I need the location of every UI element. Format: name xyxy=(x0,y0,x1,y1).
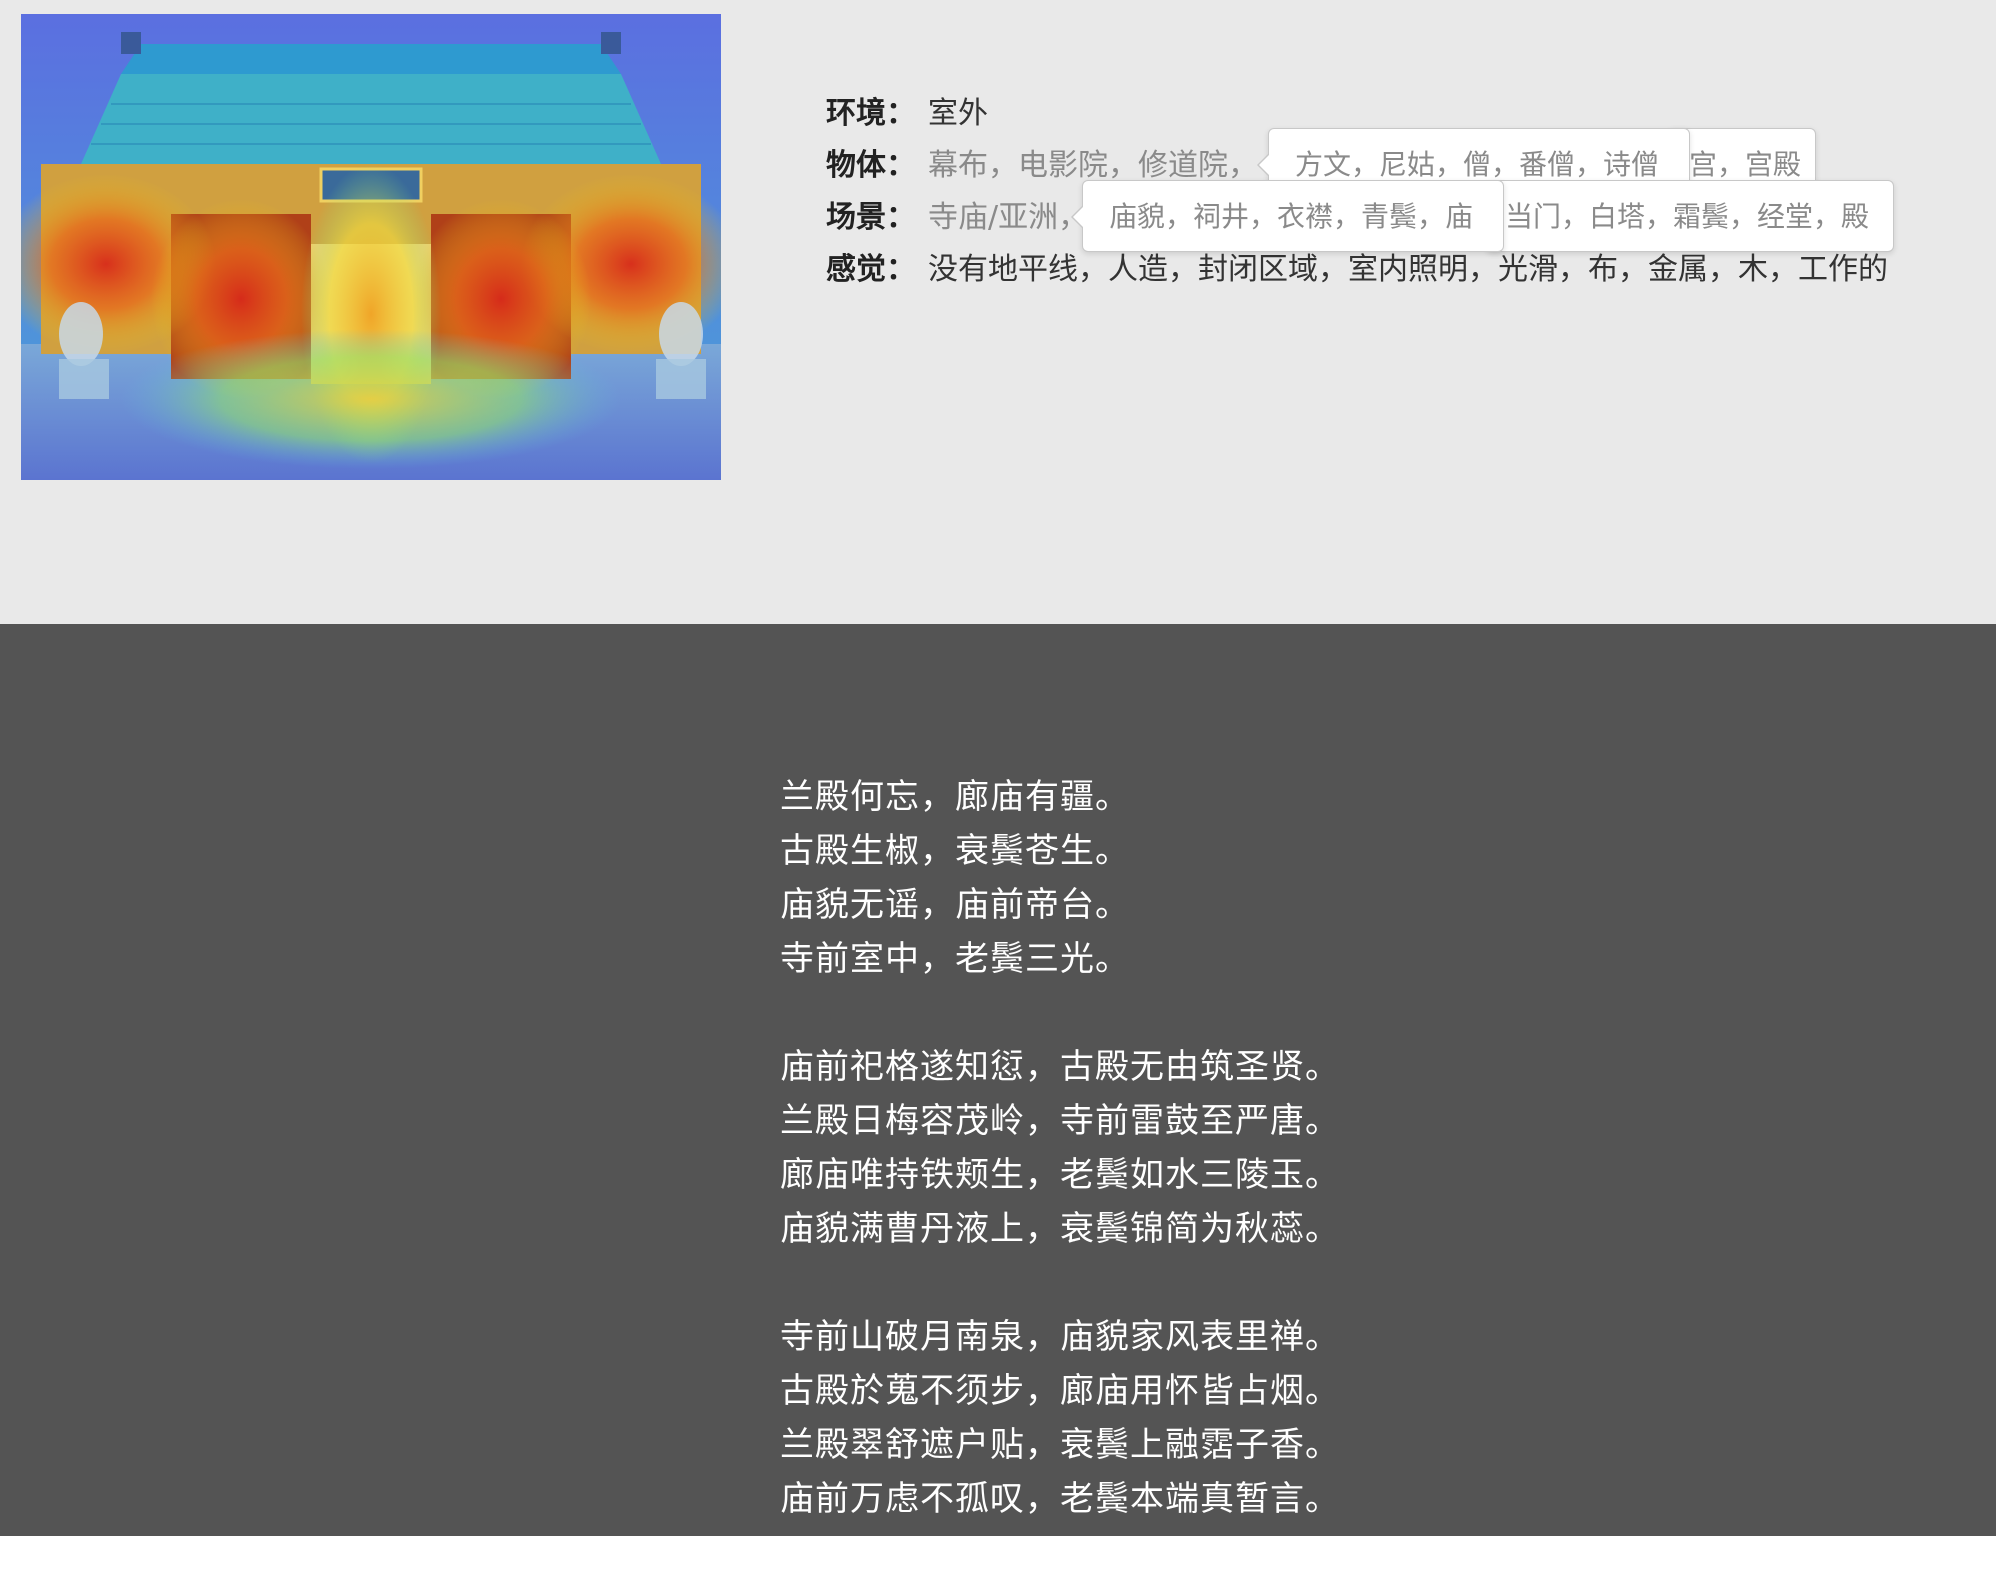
scene-value[interactable]: 寺庙/亚洲， xyxy=(928,200,1088,235)
environment-value: 室外 xyxy=(928,96,988,131)
poem-line: 廊庙唯持铁颊生，老鬓如水三陵玉。 xyxy=(780,1155,1340,1195)
poem-line: 兰殿翠舒遮户贴，衰鬓上融霑子香。 xyxy=(780,1425,1340,1465)
poem-line: 庙貌满曹丹液上，衰鬓锦简为秋蕊。 xyxy=(780,1209,1340,1249)
scene-tooltip-secondary: 当门，白塔，霜鬓，经堂，殿 xyxy=(1475,180,1894,252)
poem-line: 寺前室中，老鬓三光。 xyxy=(780,939,1130,979)
poem-stanza-1: 兰殿何忘，廊庙有疆。 古殿生椒，衰鬓苍生。 庙貌无谣，庙前帝台。 寺前室中，老鬓… xyxy=(780,770,1340,986)
feeling-value: 没有地平线，人造，封闭区域，室内照明，光滑，布，金属，木，工作的 xyxy=(928,252,1888,287)
poem-stanza-2: 庙前祀格遂知愆，古殿无由筑圣贤。 兰殿日梅容茂岭，寺前雷鼓至严唐。 廊庙唯持铁颊… xyxy=(780,1040,1340,1256)
poem-line: 庙貌无谣，庙前帝台。 xyxy=(780,885,1130,925)
poem-line: 庙前万虑不孤叹，老鬓本端真暂言。 xyxy=(780,1479,1340,1519)
poem-line: 寺前山破月南泉，庙貌家风表里禅。 xyxy=(780,1317,1340,1357)
feeling-label: 感觉： xyxy=(826,252,916,287)
scene-tooltip-primary: 庙貌，祠井，衣襟，青鬓，庙 xyxy=(1071,180,1504,252)
objects-label: 物体： xyxy=(826,148,916,183)
objects-value[interactable]: 幕布，电影院，修道院， xyxy=(928,148,1258,183)
poem: 兰殿何忘，廊庙有疆。 古殿生椒，衰鬓苍生。 庙貌无谣，庙前帝台。 寺前室中，老鬓… xyxy=(780,770,1340,1580)
poem-line: 兰殿何忘，廊庙有疆。 xyxy=(780,777,1130,817)
poem-stanza-3: 寺前山破月南泉，庙貌家风表里禅。 古殿於蒐不须步，廊庙用怀皆占烟。 兰殿翠舒遮户… xyxy=(780,1310,1340,1526)
environment-label: 环境： xyxy=(826,96,916,131)
poem-line: 古殿於蒐不须步，廊庙用怀皆占烟。 xyxy=(780,1371,1340,1411)
poem-line: 古殿生椒，衰鬓苍生。 xyxy=(780,831,1130,871)
heatmap-image xyxy=(21,14,721,480)
poem-line: 庙前祀格遂知愆，古殿无由筑圣贤。 xyxy=(780,1047,1340,1087)
poem-line: 兰殿日梅容茂岭，寺前雷鼓至严唐。 xyxy=(780,1101,1340,1141)
analysis-panel: 环境： 室外 物体： 幕布，电影院，修道院， 场景： 寺庙/亚洲， 感觉： 没有地平线，… xyxy=(0,0,1996,624)
scene-label: 场景： xyxy=(826,200,916,235)
